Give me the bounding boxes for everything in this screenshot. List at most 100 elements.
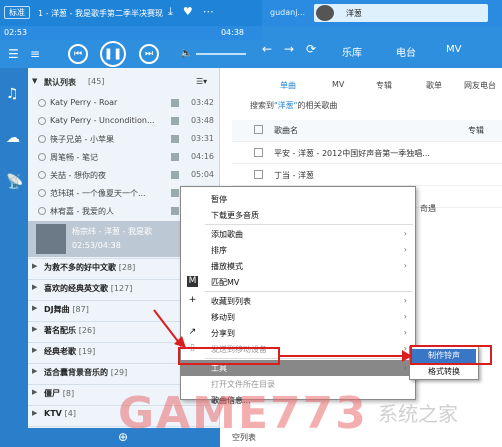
user-avatar[interactable] xyxy=(316,5,334,21)
song-duration: 05:04 xyxy=(190,170,214,179)
menu-item[interactable]: ↗ 分享到 › xyxy=(181,325,417,341)
playlist-title: 默认列表 xyxy=(44,78,76,87)
nav-mv[interactable]: MV xyxy=(446,44,461,55)
tools-highlight xyxy=(178,347,280,365)
results-header: 歌曲名 专辑 xyxy=(232,120,502,142)
mv-icon[interactable] xyxy=(171,153,179,161)
tab-mv[interactable]: MV xyxy=(332,80,344,89)
song-row[interactable]: Katy Perry - Roar 03:42 xyxy=(28,95,220,111)
collapse-icon[interactable]: ▼ xyxy=(32,77,37,85)
playlist-menu-icon[interactable]: ☰▾ xyxy=(196,77,207,86)
menu-item-label: 暂停 xyxy=(211,195,227,204)
username[interactable]: gudanj... xyxy=(270,8,305,17)
select-all-checkbox[interactable] xyxy=(254,125,263,134)
song-row[interactable]: 周笔畅 - 笔记 04:16 xyxy=(28,149,220,165)
mv-icon[interactable] xyxy=(171,99,179,107)
menu-item-label: 添加歌曲 xyxy=(211,230,243,239)
song-duration: 03:31 xyxy=(190,134,214,143)
tab-playlist[interactable]: 歌单 xyxy=(426,80,442,91)
menu-item[interactable]: 移动到 › xyxy=(181,309,417,325)
back-icon[interactable]: ← xyxy=(262,42,272,56)
heart-icon[interactable]: ♥ xyxy=(183,5,193,19)
refresh-icon[interactable]: ⟳ xyxy=(306,42,316,56)
result-row[interactable]: 丁当 - 洋葱 xyxy=(232,164,502,186)
song-status-icon xyxy=(38,99,46,107)
menu-separator xyxy=(205,224,413,225)
volume-slider[interactable] xyxy=(196,53,246,55)
time-elapsed: 02:53 xyxy=(4,28,28,37)
expand-icon[interactable]: ▶ xyxy=(32,409,37,417)
now-playing-song: 杨宗纬 - 洋葱 - 我是歌 xyxy=(72,227,152,236)
pause-button[interactable]: ❚❚ xyxy=(100,41,126,67)
forward-icon[interactable]: → xyxy=(284,42,294,56)
more-icon[interactable]: ⋯ xyxy=(203,5,214,19)
prev-button[interactable]: ⏮ xyxy=(68,44,88,64)
submenu-arrow-icon: › xyxy=(403,261,407,270)
tab-single[interactable]: 单曲 xyxy=(280,80,296,91)
expand-icon[interactable]: ▶ xyxy=(32,283,37,291)
song-row[interactable]: Katy Perry - Uncondition... 03:48 xyxy=(28,113,220,129)
nav-radio[interactable]: 电台 xyxy=(396,44,416,59)
mv-icon[interactable] xyxy=(171,171,179,179)
expand-icon[interactable]: ▶ xyxy=(32,304,37,312)
radio-icon[interactable]: 📡 xyxy=(6,174,23,190)
result-row[interactable]: 平安 - 洋葱 - 2012中国好声音第一季独唱... xyxy=(232,142,502,164)
mv-icon[interactable] xyxy=(171,135,179,143)
menu-item[interactable]: 排序 › xyxy=(181,242,417,258)
search-hint-query: "洋葱" xyxy=(274,101,298,110)
nav-bar: ← → ⟳ 乐库 电台 MV xyxy=(262,26,502,68)
menu-item[interactable]: M 匹配MV xyxy=(181,274,417,290)
submenu-convert[interactable]: 格式转换 xyxy=(412,365,476,379)
expand-icon[interactable]: ▶ xyxy=(32,367,37,375)
next-button[interactable]: ⏭ xyxy=(139,44,159,64)
category-label: 适合囊背景音乐的 [29] xyxy=(44,368,128,377)
category-label: 僵尸 [8] xyxy=(44,389,75,398)
partial-text: 奇遇 xyxy=(420,204,436,213)
search-hint-prefix: 搜索到 xyxy=(250,101,274,110)
category-label: 经典老歌 [19] xyxy=(44,347,96,356)
category-label: 著名配乐 [26] xyxy=(44,326,96,335)
mv-icon[interactable] xyxy=(171,207,179,215)
result-checkbox[interactable] xyxy=(254,148,263,157)
mv-icon[interactable] xyxy=(171,117,179,125)
volume-icon[interactable]: 🔈 xyxy=(180,48,192,59)
menu-item[interactable]: 添加歌曲 › xyxy=(181,226,417,242)
music-note-icon[interactable]: ♫ xyxy=(6,86,19,102)
menu-item[interactable]: 播放模式 › xyxy=(181,258,417,274)
menu-item-label: 排序 xyxy=(211,246,227,255)
expand-icon[interactable]: ▶ xyxy=(32,325,37,333)
nav-library[interactable]: 乐库 xyxy=(342,44,362,59)
time-bar: 02:53 04:38 xyxy=(0,26,262,40)
download-icon[interactable]: ⤓ xyxy=(168,5,173,19)
menu-icon[interactable]: ≡ xyxy=(30,47,40,61)
search-input[interactable] xyxy=(314,4,488,22)
menu-item-label: 移动到 xyxy=(211,313,235,322)
expand-icon[interactable]: ▶ xyxy=(32,388,37,396)
red-pointer-icon xyxy=(153,309,186,348)
menu-item[interactable]: 暂停 xyxy=(181,191,417,207)
search-query[interactable]: 洋葱 xyxy=(346,8,362,19)
song-row[interactable]: 关喆 - 想你的夜 05:04 xyxy=(28,167,220,183)
tab-album[interactable]: 专辑 xyxy=(376,80,392,91)
quality-button[interactable]: 标准 xyxy=(4,6,30,19)
song-row[interactable]: 筷子兄弟 - 小苹果 03:31 xyxy=(28,131,220,147)
context-menu: 暂停 下载更多音质 添加歌曲 › 排序 › 播放模式 › M 匹配MV + 收藏到列表 › 移动到 › ↗ 分享… xyxy=(180,186,417,405)
mv-icon[interactable] xyxy=(171,189,179,197)
song-status-icon xyxy=(38,135,46,143)
menu-item[interactable]: + 收藏到列表 › xyxy=(181,293,417,309)
song-status-icon xyxy=(38,207,46,215)
menu-separator xyxy=(205,291,413,292)
menu-item[interactable]: 下载更多音质 xyxy=(181,207,417,223)
playlist-header[interactable]: ▼ 默认列表 [45] ☰▾ xyxy=(28,76,220,90)
cloud-icon[interactable]: ☁ xyxy=(6,130,20,146)
search-bar: gudanj... 洋葱 xyxy=(262,0,502,26)
expand-icon[interactable]: ▶ xyxy=(32,346,37,354)
list-icon[interactable]: ☰ xyxy=(8,47,19,61)
tab-radio[interactable]: 网友电台 xyxy=(464,80,496,91)
expand-icon[interactable]: ▶ xyxy=(32,262,37,270)
submenu-arrow-icon: › xyxy=(403,363,407,372)
player-controls: ☰ ≡ ⏮ ❚❚ ⏭ 🔈 xyxy=(0,40,262,68)
song-name: 范玮琪 - 一个像夏天一个... xyxy=(50,189,146,198)
result-checkbox[interactable] xyxy=(254,170,263,179)
sidebar: ♫ ☁ 📡 xyxy=(0,68,28,447)
